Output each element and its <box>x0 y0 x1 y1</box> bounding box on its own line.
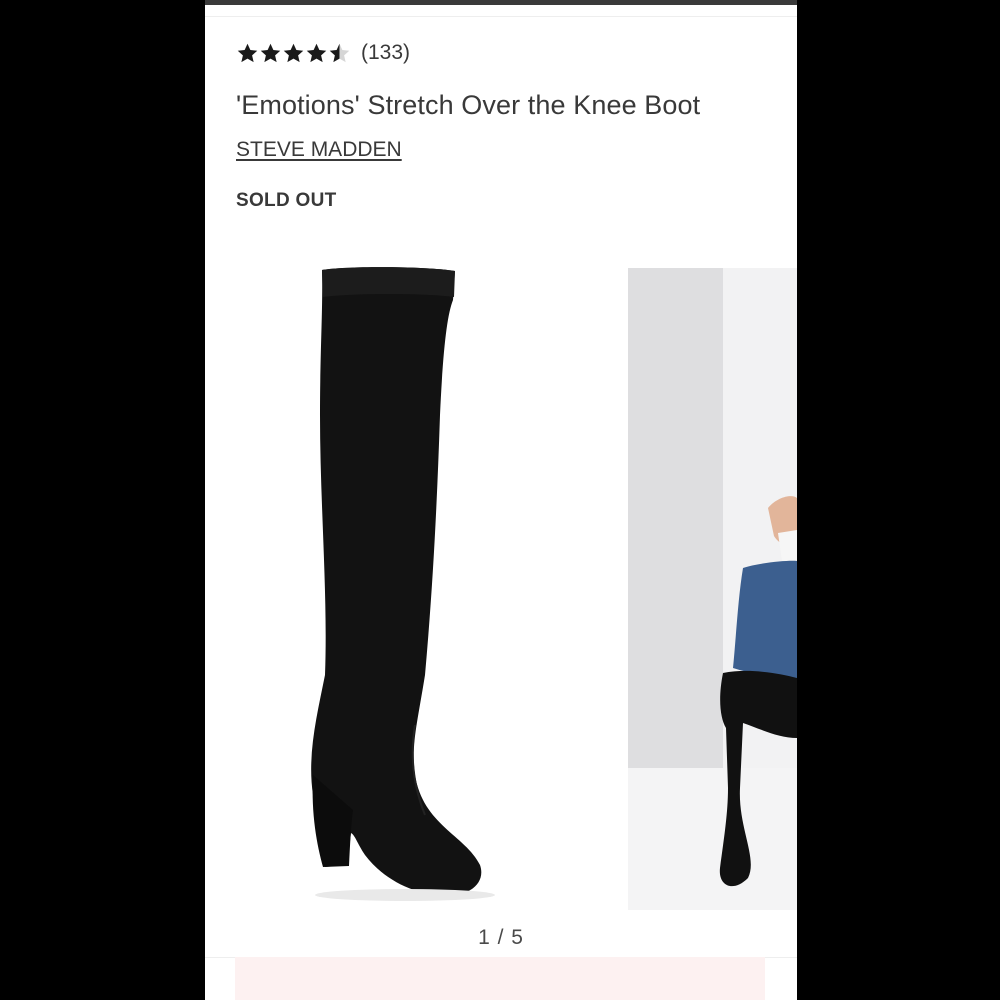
brand-link[interactable]: STEVE MADDEN <box>236 138 402 162</box>
review-count[interactable]: (133) <box>361 41 410 65</box>
model-photo <box>628 268 797 910</box>
product-title: 'Emotions' Stretch Over the Knee Boot <box>236 90 701 120</box>
top-bar <box>205 0 797 5</box>
star-half-icon <box>329 43 350 62</box>
letterbox-right <box>797 0 1000 1000</box>
rating[interactable]: (133) <box>236 38 410 68</box>
availability-status: SOLD OUT <box>236 190 337 211</box>
star-filled-icon <box>306 43 327 62</box>
product-image-main[interactable] <box>265 255 595 915</box>
product-image-next[interactable] <box>628 268 797 910</box>
letterbox-left <box>0 0 205 1000</box>
rating-stars <box>236 42 351 65</box>
product-screen: (133) 'Emotions' Stretch Over the Knee B… <box>205 0 797 1000</box>
image-carousel[interactable] <box>205 255 797 925</box>
star-filled-icon <box>283 43 304 62</box>
star-filled-icon <box>237 43 258 62</box>
star-filled-icon <box>260 43 281 62</box>
divider <box>205 16 797 17</box>
bottom-panel <box>235 957 765 1000</box>
carousel-pager: 1 / 5 <box>478 926 524 949</box>
